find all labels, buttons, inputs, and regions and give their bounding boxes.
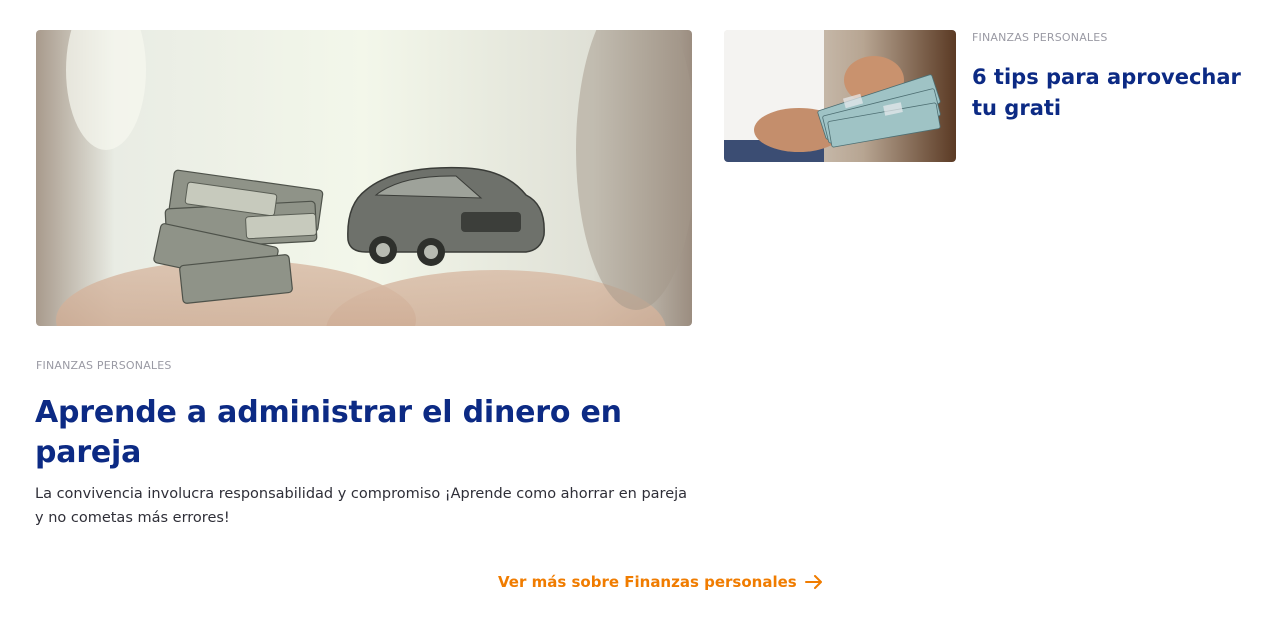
side-article-image[interactable] (724, 30, 956, 162)
arrow-right-icon (804, 575, 822, 589)
featured-article-title[interactable]: Aprende a administrar el dinero en parej… (35, 393, 695, 473)
side-article-title[interactable]: 6 tips para aprovechar tu grati (972, 62, 1252, 124)
hands-counting-money-photo (724, 30, 956, 162)
car-and-money-illustration (36, 30, 692, 326)
featured-article-image[interactable] (36, 30, 692, 326)
featured-category-label: FINANZAS PERSONALES (36, 359, 172, 372)
side-category-label: FINANZAS PERSONALES (972, 31, 1108, 44)
see-more-finanzas-link[interactable]: Ver más sobre Finanzas personales (498, 570, 823, 594)
see-more-label: Ver más sobre Finanzas personales (498, 573, 797, 591)
featured-article-excerpt: La convivencia involucra responsabilidad… (35, 486, 688, 526)
